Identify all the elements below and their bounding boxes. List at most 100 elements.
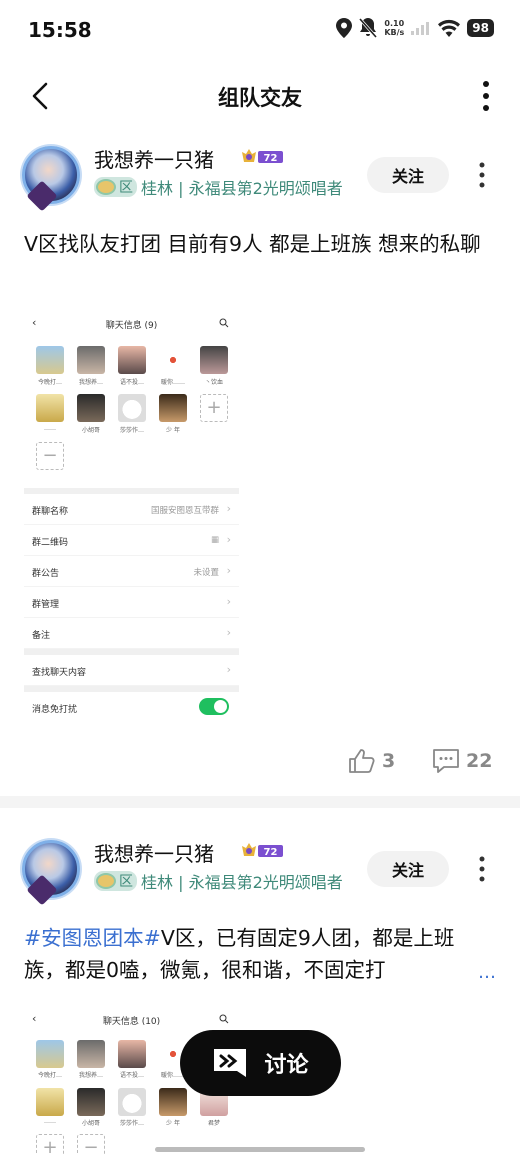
setting-label: 备注 — [32, 631, 51, 641]
member-avatar — [36, 394, 64, 422]
status-icons: 0.10 KB/s 98 — [336, 18, 494, 38]
chat-search-icon — [219, 318, 229, 328]
setting-value: 未设置 — [193, 568, 219, 578]
mute-toggle — [199, 698, 229, 715]
chevron-right-icon: › — [226, 564, 231, 577]
setting-label: 群二维码 — [32, 538, 69, 548]
topic-tag[interactable]: #安图恩团本# — [24, 926, 161, 950]
thumbs-up-icon — [349, 749, 375, 773]
signal-icon — [411, 22, 430, 35]
setting-row: 消息免打扰 — [24, 692, 239, 720]
member-name: 语不投… — [119, 1072, 144, 1079]
user-location: 桂林 | 永福县第2光明颂唱者 — [141, 179, 343, 198]
app-root: 15:58 0.10 KB/s 98 组队交友 我想养一只猪 72 区 桂林 | … — [0, 0, 520, 1155]
status-time: 15:58 — [28, 18, 92, 42]
member-name: 我想养… — [78, 1072, 103, 1079]
member-name: 丶饮血 — [204, 379, 223, 386]
comment-count: 22 — [466, 750, 493, 772]
region-info: 区 桂林 | 永福县第2光明颂唱者 — [94, 175, 343, 199]
username[interactable]: 我想养一只猪 — [94, 838, 214, 867]
post-divider — [0, 796, 520, 808]
chat-info-title: 聊天信息 (9) — [105, 321, 158, 331]
username[interactable]: 我想养一只猪 — [94, 144, 214, 173]
member-name: 少 年 — [166, 427, 180, 434]
setting-row: 群聊名称 国服安图恩互带群 › — [24, 494, 239, 525]
like-count: 3 — [382, 750, 396, 772]
setting-row: 群公告 未设置 › — [24, 556, 239, 587]
location-icon — [336, 18, 353, 38]
member-avatar — [36, 1088, 64, 1116]
user-avatar[interactable] — [22, 840, 80, 898]
member-name: …… — [44, 1118, 56, 1125]
chevron-right-icon: › — [226, 595, 231, 608]
user-location: 桂林 | 永福县第2光明颂唱者 — [141, 873, 343, 892]
region-badge: 区 — [94, 177, 137, 197]
member-name: 语不投… — [119, 379, 144, 386]
speed-value: 0.10 — [384, 19, 405, 28]
member-avatar — [77, 1088, 105, 1116]
top-nav-bar: 组队交友 — [0, 66, 520, 126]
setting-label: 群聊名称 — [32, 507, 69, 517]
setting-label: 消息免打扰 — [32, 705, 78, 715]
member-avatar — [118, 1088, 146, 1116]
expand-more[interactable]: … — [478, 962, 496, 983]
discuss-label: 讨论 — [264, 1053, 309, 1078]
region-badge-label: 区 — [119, 180, 133, 196]
member-name: 今晚打… — [37, 379, 62, 386]
discuss-icon — [214, 1049, 247, 1077]
follow-button[interactable]: 关注 — [367, 851, 449, 887]
add-member-icon: + — [200, 394, 228, 422]
member-name: 今晚打… — [37, 1072, 62, 1079]
chevron-right-icon: › — [226, 663, 231, 676]
page-title: 组队交友 — [218, 86, 302, 110]
member-name: 莎莎作… — [119, 427, 144, 434]
post-content[interactable]: #安图恩团本#V区，已有固定9人团，都是上班族，都是0嗑，微氪，很和谐，不固定打 — [24, 922, 479, 986]
region-info: 区 桂林 | 永福县第2光明颂唱者 — [94, 869, 343, 893]
member-name: 小胡哥 — [81, 1120, 100, 1127]
setting-row: 备注 › — [24, 618, 239, 649]
like-button[interactable]: 3 — [348, 748, 395, 774]
post-menu-icon[interactable] — [472, 160, 492, 190]
more-options-icon[interactable] — [474, 76, 498, 116]
status-bar: 15:58 0.10 KB/s 98 — [0, 0, 520, 62]
member-avatar — [118, 1040, 146, 1068]
remove-member-icon: − — [36, 442, 64, 470]
follow-button[interactable]: 关注 — [367, 157, 449, 193]
comment-bubble-icon — [433, 749, 459, 773]
chat-info-title: 聊天信息 (10) — [102, 1017, 161, 1027]
level-number: 72 — [264, 153, 278, 164]
comment-button[interactable]: 22 — [432, 748, 492, 774]
setting-label: 查找聊天内容 — [32, 668, 87, 678]
member-avatar — [159, 1088, 187, 1116]
region-badge: 区 — [94, 871, 137, 891]
member-name: 君梦 — [207, 1120, 220, 1127]
mute-bell-icon — [359, 18, 378, 38]
chevron-right-icon: › — [226, 533, 231, 546]
level-badge: 72 — [242, 843, 283, 858]
member-avatar — [159, 346, 187, 374]
level-badge: 72 — [242, 149, 283, 164]
post-image[interactable]: ‹ 聊天信息 (9) 今晚打… 我想养… 语不投… 暖你…… 丶饮血 + …… … — [24, 310, 239, 720]
member-avatar — [77, 346, 105, 374]
region-badge-label: 区 — [119, 874, 133, 890]
member-name: 我想养… — [78, 379, 103, 386]
setting-value: 国服安图恩互带群 — [150, 506, 219, 516]
add-member-icon: + — [36, 1134, 64, 1155]
chat-info-header: ‹ 聊天信息 (9) — [24, 310, 239, 340]
member-avatar — [77, 1040, 105, 1068]
user-avatar[interactable] — [22, 146, 80, 204]
remove-member-icon: − — [77, 1134, 105, 1155]
member-name: …… — [44, 425, 56, 432]
home-indicator[interactable] — [155, 1147, 365, 1152]
member-avatar — [200, 346, 228, 374]
post-menu-icon[interactable] — [472, 854, 492, 884]
speed-unit: KB/s — [384, 28, 405, 37]
battery-indicator: 98 — [467, 19, 494, 37]
member-name: 暖你…… — [160, 379, 185, 386]
member-avatar — [118, 346, 146, 374]
network-speed: 0.10 KB/s — [384, 19, 404, 37]
post-content[interactable]: V区找队友打团 目前有9人 都是上班族 想来的私聊 — [24, 228, 499, 260]
member-avatar — [77, 394, 105, 422]
setting-label: 群公告 — [32, 569, 60, 579]
discuss-button[interactable]: 讨论 — [180, 1030, 341, 1096]
